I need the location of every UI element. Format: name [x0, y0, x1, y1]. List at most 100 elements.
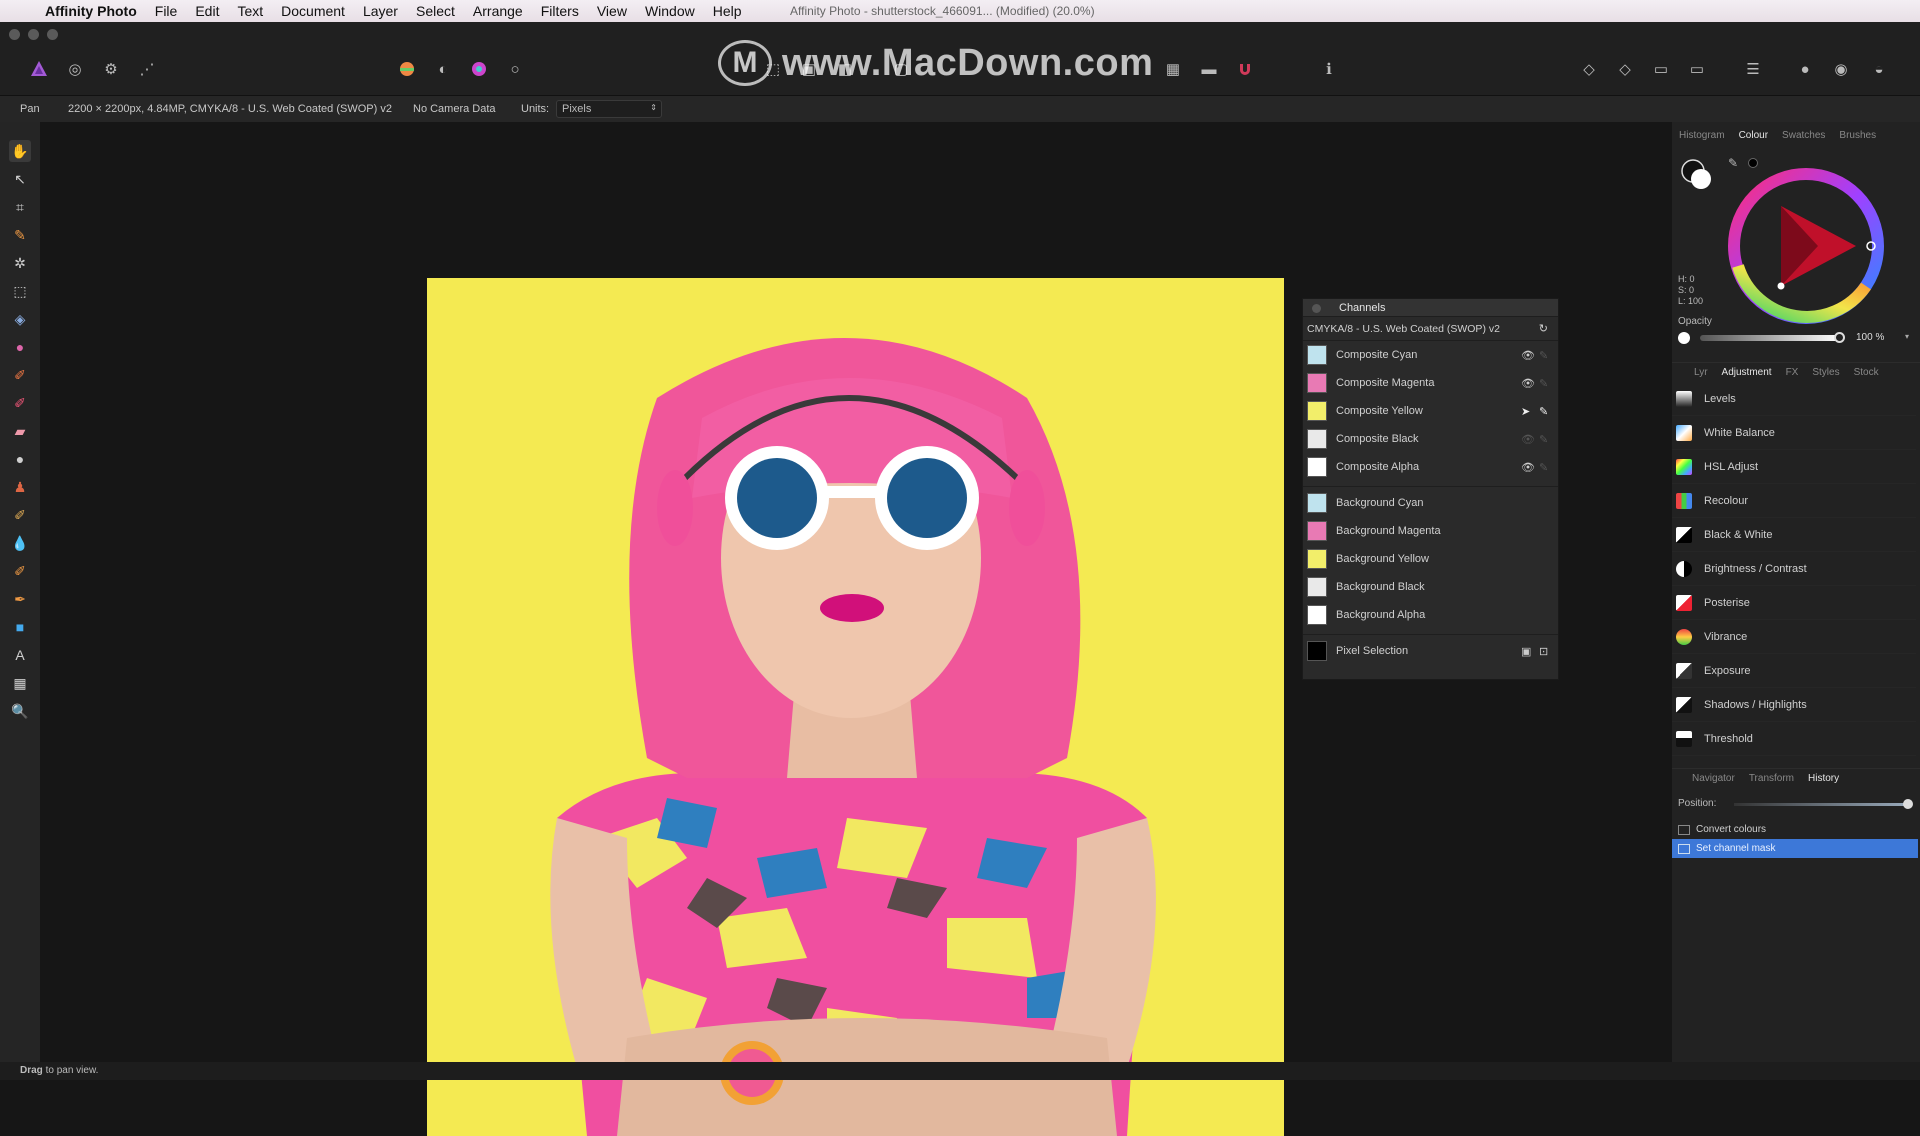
adjustment-black-white[interactable]: Black & White — [1672, 518, 1916, 552]
channel-row-background-yellow[interactable]: Background Yellow — [1303, 545, 1558, 573]
channel-row-background-magenta[interactable]: Background Magenta — [1303, 517, 1558, 545]
gradient-tool-icon[interactable]: ● — [9, 336, 31, 358]
close-panel-button[interactable] — [1312, 304, 1321, 313]
magnet-icon[interactable] — [1232, 58, 1258, 80]
menu-arrange[interactable]: Arrange — [464, 0, 532, 22]
move-back-icon[interactable]: ◇ — [1576, 58, 1602, 80]
move-forward-icon[interactable]: ◇ — [1612, 58, 1638, 80]
history-position-slider[interactable] — [1734, 799, 1913, 809]
boolean-subtract-icon[interactable]: ◉ — [1828, 58, 1854, 80]
smudge-brush-icon[interactable]: ✐ — [9, 560, 31, 582]
menu-view[interactable]: View — [588, 0, 636, 22]
dodge-brush-icon[interactable]: ● — [9, 448, 31, 470]
menu-file[interactable]: File — [146, 0, 187, 22]
text-tool-icon[interactable]: A — [9, 644, 31, 666]
tab-swatches[interactable]: Swatches — [1775, 126, 1832, 146]
edit-pencil-icon[interactable]: ✎ — [1539, 433, 1548, 446]
units-select[interactable]: Pixels ⇕ — [556, 100, 662, 118]
pen-tool-icon[interactable]: ✒ — [9, 588, 31, 610]
photo-persona-icon[interactable] — [26, 58, 52, 80]
auto-colour-icon[interactable] — [466, 58, 492, 80]
arrange-icon[interactable]: ▭ — [1648, 58, 1674, 80]
menu-app-name[interactable]: Affinity Photo — [36, 0, 146, 22]
tab-fx[interactable]: FX — [1779, 363, 1806, 382]
boolean-intersect-icon[interactable]: ◒ — [1866, 58, 1892, 80]
menu-filters[interactable]: Filters — [532, 0, 588, 22]
liquify-persona-icon[interactable]: ◎ — [62, 58, 88, 80]
healing-brush-icon[interactable]: ✐ — [9, 504, 31, 526]
rectangle-tool-icon[interactable]: ■ — [9, 616, 31, 638]
auto-levels-icon[interactable] — [394, 58, 420, 80]
channel-row-composite-cyan[interactable]: Composite Cyan 👁 ✎ — [1303, 341, 1558, 369]
tab-transform[interactable]: Transform — [1742, 769, 1801, 788]
adjustment-hsl[interactable]: HSL Adjust — [1672, 450, 1916, 484]
opacity-dropdown-icon[interactable]: ▾ — [1905, 332, 1909, 341]
canvas-area[interactable]: Channels CMYKA/8 - U.S. Web Coated (SWOP… — [40, 122, 1656, 1136]
tab-brushes[interactable]: Brushes — [1832, 126, 1883, 146]
selection-brush-icon[interactable]: ✎ — [9, 224, 31, 246]
crop-tool-icon[interactable]: ⌗ — [9, 196, 31, 218]
visibility-eye-icon[interactable]: 👁 — [1521, 433, 1535, 446]
auto-contrast-icon[interactable]: ◐ — [430, 58, 456, 80]
hand-tool-icon[interactable]: ✋ — [9, 140, 31, 162]
clone-brush-icon[interactable]: ♟ — [9, 476, 31, 498]
menu-document[interactable]: Document — [272, 0, 354, 22]
menu-select[interactable]: Select — [407, 0, 464, 22]
edit-pencil-icon[interactable]: ✎ — [1539, 461, 1548, 474]
fill-stroke-swatch[interactable] — [1680, 158, 1714, 197]
history-entry[interactable]: Convert colours — [1672, 820, 1918, 839]
channel-row-composite-alpha[interactable]: Composite Alpha 👁 ✎ — [1303, 453, 1558, 481]
save-selection-icon[interactable]: ▣ — [1521, 645, 1531, 658]
menu-help[interactable]: Help — [704, 0, 751, 22]
develop-persona-icon[interactable]: ⚙ — [98, 58, 124, 80]
channel-row-pixel-selection[interactable]: Pixel Selection ▣ ⊡ — [1303, 637, 1558, 665]
adjustment-vibrance[interactable]: Vibrance — [1672, 620, 1916, 654]
align-icon[interactable]: ☰ — [1740, 58, 1766, 80]
flip-icon[interactable]: ▭ — [1684, 58, 1710, 80]
close-window-button[interactable] — [9, 29, 20, 40]
edit-pencil-icon[interactable]: ✎ — [1539, 377, 1548, 390]
snapping-icon[interactable]: ▬ — [1196, 58, 1222, 80]
channel-row-background-cyan[interactable]: Background Cyan — [1303, 489, 1558, 517]
grid-icon[interactable]: ▦ — [1160, 58, 1186, 80]
visibility-eye-icon[interactable]: 👁 — [1521, 461, 1535, 474]
colour-replacement-icon[interactable]: ✐ — [9, 392, 31, 414]
channel-row-composite-black[interactable]: Composite Black 👁 ✎ — [1303, 425, 1558, 453]
menu-text[interactable]: Text — [228, 0, 272, 22]
menu-edit[interactable]: Edit — [186, 0, 228, 22]
visibility-eye-icon[interactable]: 👁 — [1521, 349, 1535, 362]
channel-row-background-black[interactable]: Background Black — [1303, 573, 1558, 601]
channel-row-composite-magenta[interactable]: Composite Magenta 👁 ✎ — [1303, 369, 1558, 397]
adjustment-brightness-contrast[interactable]: Brightness / Contrast — [1672, 552, 1916, 586]
adjustment-levels[interactable]: Levels — [1672, 382, 1916, 416]
reset-icon[interactable]: ↻ — [1539, 322, 1548, 335]
edit-pencil-icon[interactable]: ✎ — [1539, 405, 1548, 418]
tab-adjustment[interactable]: Adjustment — [1715, 363, 1779, 382]
export-persona-icon[interactable]: ⋰ — [134, 58, 160, 80]
marquee-tool-icon[interactable]: ⬚ — [9, 280, 31, 302]
menu-window[interactable]: Window — [636, 0, 704, 22]
channel-row-background-alpha[interactable]: Background Alpha — [1303, 601, 1558, 629]
colour-wheel[interactable] — [1726, 166, 1886, 331]
menu-layer[interactable]: Layer — [354, 0, 407, 22]
adjustment-shadows-highlights[interactable]: Shadows / Highlights — [1672, 688, 1916, 722]
history-entry-selected[interactable]: Set channel mask — [1672, 839, 1918, 858]
zoom-window-button[interactable] — [47, 29, 58, 40]
visibility-eye-icon[interactable]: 👁 — [1521, 377, 1535, 390]
opacity-slider-knob[interactable] — [1834, 332, 1845, 343]
opacity-value[interactable]: 100 % — [1856, 332, 1884, 343]
move-tool-icon[interactable]: ↖ — [9, 168, 31, 190]
opacity-slider[interactable] — [1700, 332, 1845, 343]
document-image[interactable] — [427, 278, 1284, 1136]
adjustment-white-balance[interactable]: White Balance — [1672, 416, 1916, 450]
tab-layers[interactable]: Lyr — [1672, 363, 1715, 382]
tab-history[interactable]: History — [1801, 769, 1846, 788]
erase-brush-icon[interactable]: ▰ — [9, 420, 31, 442]
tab-stock[interactable]: Stock — [1847, 363, 1886, 382]
auto-white-balance-icon[interactable]: ○ — [502, 58, 528, 80]
flood-fill-icon[interactable]: ◈ — [9, 308, 31, 330]
paint-brush-icon[interactable]: ✐ — [9, 364, 31, 386]
flood-select-icon[interactable]: ✲ — [9, 252, 31, 274]
tab-navigator[interactable]: Navigator — [1672, 769, 1742, 788]
zoom-tool-icon[interactable]: 🔍 — [9, 700, 31, 722]
